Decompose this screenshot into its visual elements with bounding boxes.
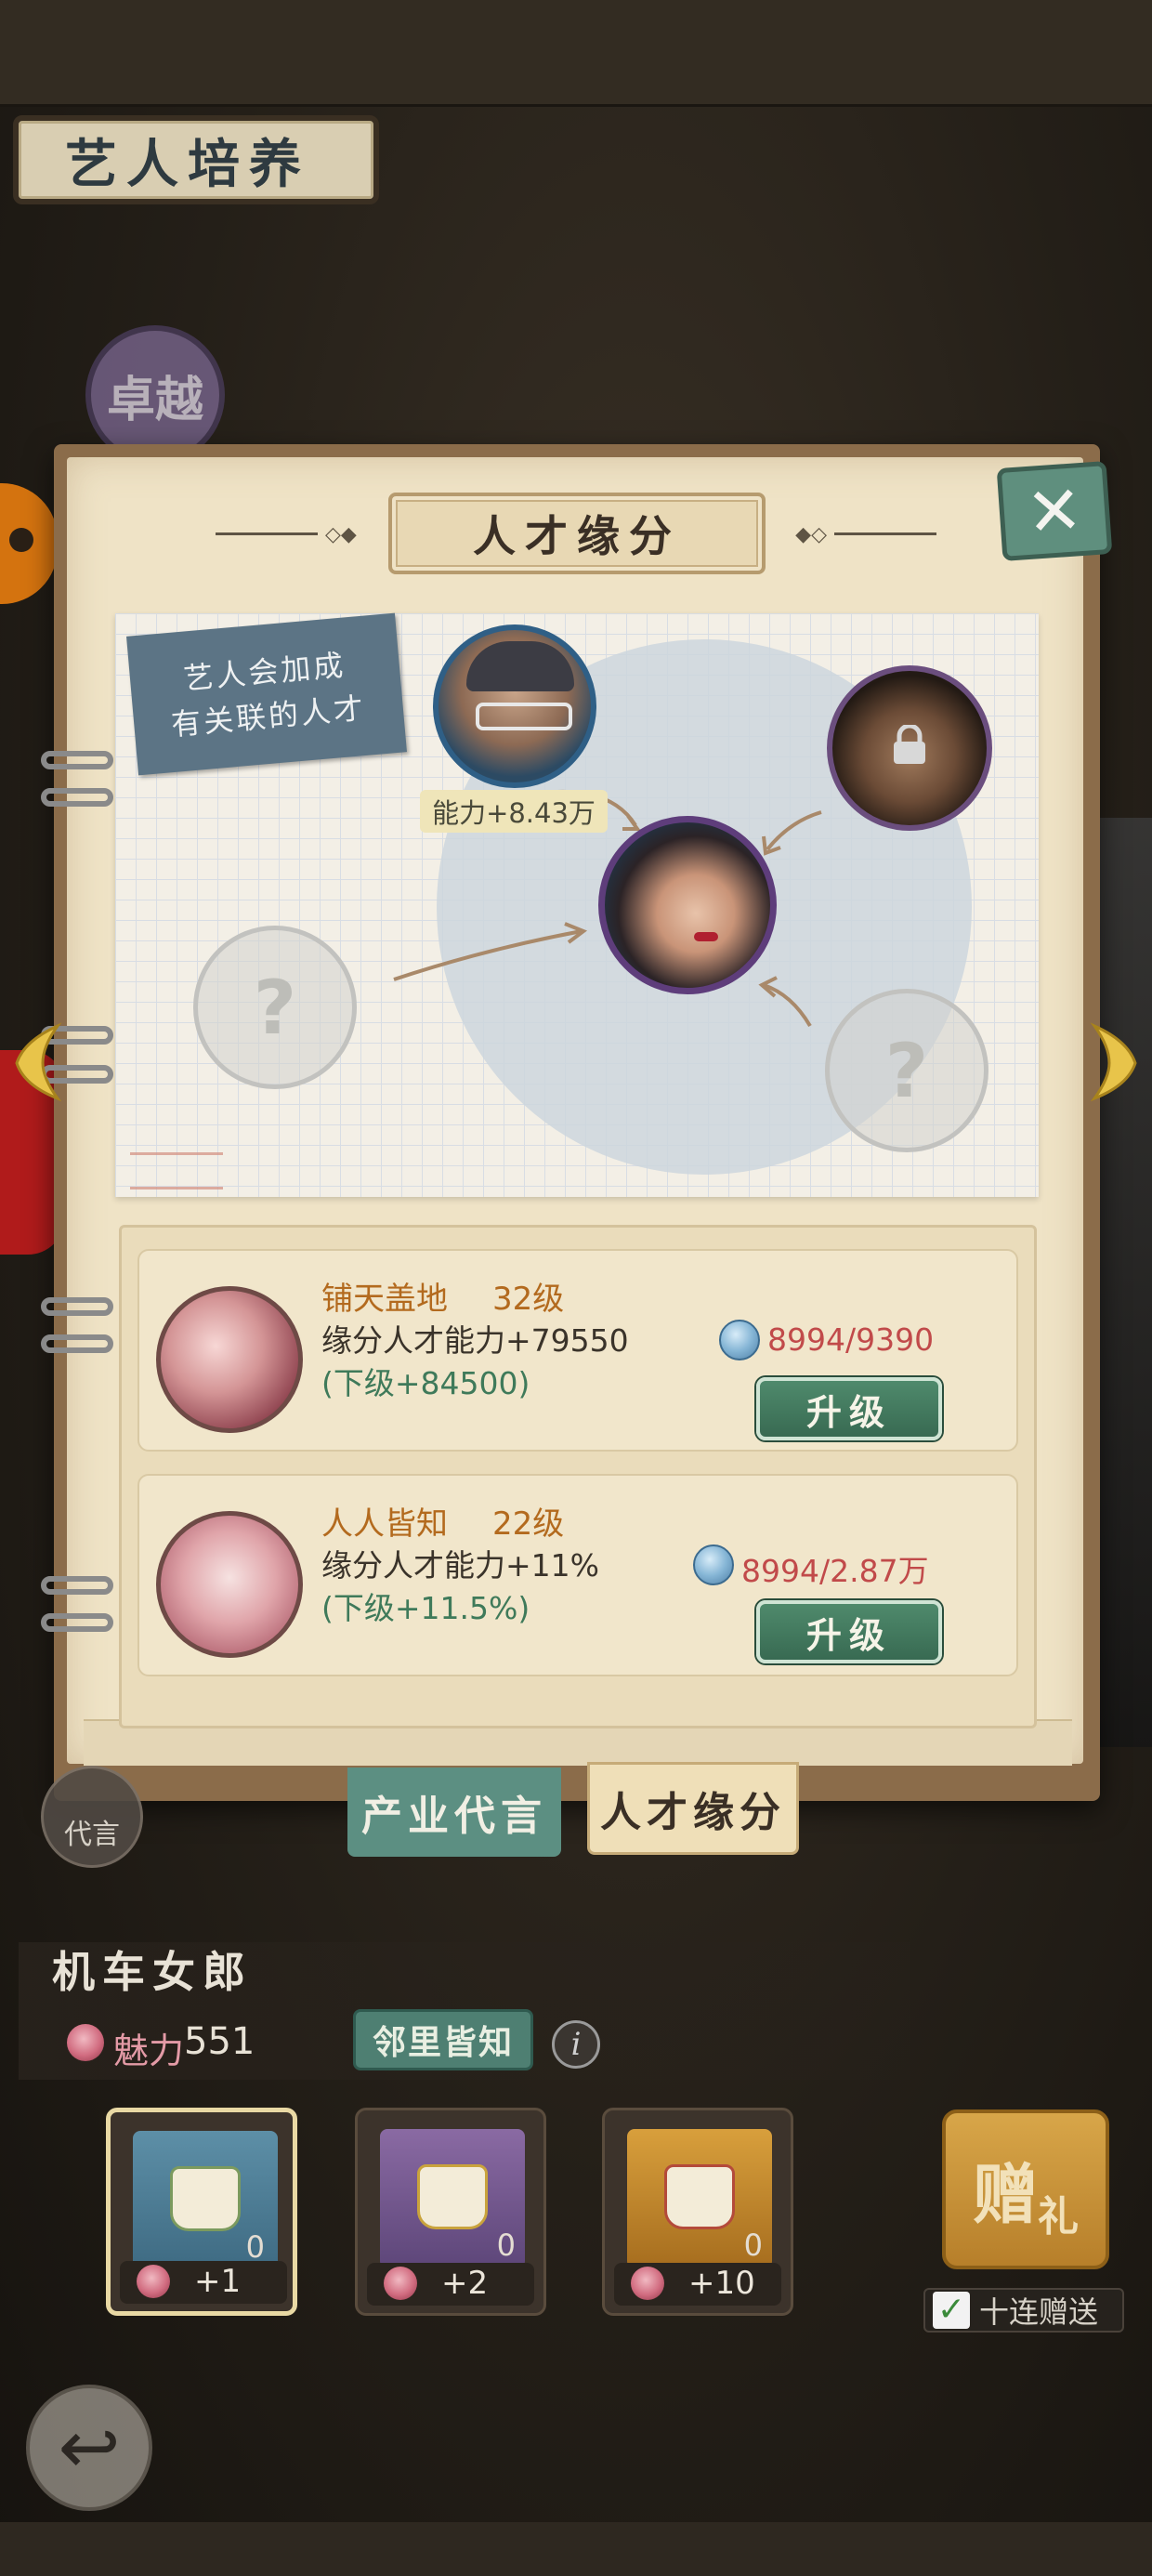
bond-name: 铺天盖地 xyxy=(321,1281,448,1318)
bond-row: 铺天盖地 32级 缘分人才能力+79550 (下级+84500) 8994/93… xyxy=(137,1249,1018,1452)
gift-button[interactable]: 赠 礼 xyxy=(942,2109,1109,2269)
previous-arrow-icon[interactable] xyxy=(11,1020,63,1104)
gift-item-bonus: +2 xyxy=(441,2265,489,2302)
tab-industry-endorsement[interactable]: 产业代言 xyxy=(347,1768,561,1857)
question-mark-icon: ? xyxy=(253,964,297,1051)
upgrade-button-label: 升级 xyxy=(805,1614,892,1656)
gift-item-bonus: +10 xyxy=(688,2265,755,2302)
main-artist-avatar[interactable] xyxy=(598,816,777,994)
power-bonus-tag: 能力+8.43万 xyxy=(420,790,608,833)
ten-gift-label: 十连赠送 xyxy=(979,2294,1099,2330)
back-button[interactable]: ↩ xyxy=(26,2385,152,2511)
info-icon[interactable]: i xyxy=(552,2020,600,2069)
gift-item-count: 0 xyxy=(245,2229,265,2265)
question-mark-icon: ? xyxy=(884,1027,929,1114)
info-icon-glyph: i xyxy=(570,2026,582,2063)
gift-item-bonus: +1 xyxy=(194,2263,242,2300)
gift-item-footer: +10 xyxy=(614,2263,781,2306)
endorse-side-button[interactable]: 代言 xyxy=(41,1766,143,1868)
upgrade-button[interactable]: 升级 xyxy=(756,1600,942,1663)
bond-next-level: (下级+11.5%) xyxy=(321,1590,530,1626)
back-arrow-icon: ↩ xyxy=(58,2404,121,2491)
charm-value: 551 xyxy=(184,2020,255,2063)
gift-item-footer: +1 xyxy=(120,2261,287,2304)
charm-label: 魅力 xyxy=(113,2031,185,2071)
upgrade-button-label: 升级 xyxy=(805,1391,892,1433)
app-screen: 艺人培养 卓越 ◇◆ ◆◇ 人才缘分 ✕ 艺人会加成 有关联的人才 能力+8.4… xyxy=(0,0,1152,2576)
bond-cost: 8994/9390 xyxy=(767,1321,935,1358)
bond-icon-sparkle xyxy=(156,1286,303,1433)
gift-item[interactable]: 0 +10 xyxy=(602,2108,793,2316)
gift-item-count: 0 xyxy=(496,2228,516,2263)
bottom-strip xyxy=(0,2522,1152,2576)
arrow-line xyxy=(393,929,583,981)
bond-cost: 8994/2.87万 xyxy=(741,1553,929,1589)
gift-button-char2: 礼 xyxy=(1038,2193,1079,2241)
check-icon: ✓ xyxy=(936,2291,966,2329)
next-arrow-icon[interactable] xyxy=(1089,1020,1141,1104)
gift-item-count: 0 xyxy=(743,2228,763,2263)
bond-level: 22级 xyxy=(492,1505,565,1543)
rose-icon xyxy=(631,2267,664,2300)
ten-gift-checkbox[interactable]: ✓ xyxy=(933,2292,970,2329)
bond-level: 32级 xyxy=(492,1281,565,1318)
power-bonus-text: 能力+8.43万 xyxy=(432,797,596,829)
gem-icon xyxy=(719,1320,760,1360)
endorse-side-label: 代言 xyxy=(64,1819,120,1851)
lock-icon xyxy=(894,725,925,764)
bond-effect: 缘分人才能力+79550 xyxy=(321,1322,629,1359)
rose-icon xyxy=(67,2024,104,2061)
bond-name: 人人皆知 xyxy=(321,1505,448,1543)
tab-label: 产业代言 xyxy=(361,1793,547,1840)
tab-talent-bond[interactable]: 人才缘分 xyxy=(587,1762,799,1855)
gift-item[interactable]: 0 +2 xyxy=(355,2108,546,2316)
fame-tag: 邻里皆知 xyxy=(353,2009,533,2070)
stamp-decoration xyxy=(130,1152,223,1189)
rose-icon xyxy=(384,2267,417,2300)
arrow-line xyxy=(766,810,822,851)
rose-icon xyxy=(137,2265,170,2298)
upgrade-button[interactable]: 升级 xyxy=(756,1377,942,1440)
linked-artist-avatar[interactable] xyxy=(433,624,596,788)
ten-gift-toggle[interactable]: ✓ 十连赠送 xyxy=(923,2288,1124,2333)
tab-label: 人才缘分 xyxy=(600,1789,786,1836)
bond-next-level: (下级+84500) xyxy=(321,1365,530,1401)
cream-jar-icon xyxy=(170,2166,241,2231)
gem-icon xyxy=(693,1544,734,1585)
fame-tag-label: 邻里皆知 xyxy=(372,2024,514,2062)
character-name: 机车女郎 xyxy=(52,1947,253,1997)
bond-icon-dancer xyxy=(156,1511,303,1658)
gift-item[interactable]: 0 +1 xyxy=(106,2108,297,2316)
unknown-artist-slot[interactable]: ? xyxy=(825,989,988,1152)
gift-item-footer: +2 xyxy=(367,2263,534,2306)
compact-icon xyxy=(664,2164,735,2229)
unknown-artist-slot[interactable]: ? xyxy=(193,926,357,1089)
gift-button-char1: 赠 xyxy=(973,2155,1038,2233)
powder-box-icon xyxy=(417,2164,488,2229)
bond-row: 人人皆知 22级 缘分人才能力+11% (下级+11.5%) 8994/2.87… xyxy=(137,1474,1018,1676)
bond-effect: 缘分人才能力+11% xyxy=(321,1547,599,1584)
